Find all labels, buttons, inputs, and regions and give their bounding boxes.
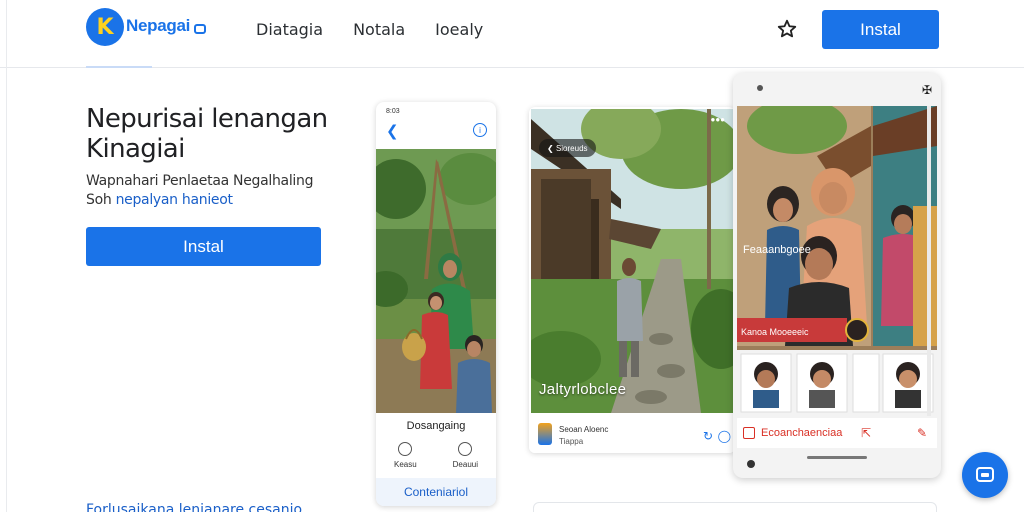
camera-dot	[757, 85, 763, 91]
hero-desc-line2: Soh	[86, 192, 116, 208]
screenshot-phone-1[interactable]: 8:03 ❮ i Dosangaing Keasu Deauui Conteni…	[376, 102, 496, 506]
family-garden-photo	[376, 149, 496, 413]
home-action[interactable]: Keasu	[394, 442, 417, 469]
nav-back-dot[interactable]	[747, 460, 755, 468]
compass-icon	[458, 442, 473, 456]
info-icon: i	[473, 123, 487, 137]
nav-item-2[interactable]: Notala	[353, 20, 405, 39]
chat-bubble-icon	[976, 467, 994, 482]
screenshot-phone-2[interactable]: ❮ Sioreuds ●●● Jaltyrlobclee Seoan Aloen…	[529, 107, 735, 453]
next-section-card	[533, 502, 937, 512]
logo-badge-icon: K	[86, 8, 124, 46]
app-title: Seoan Aloenc	[559, 425, 609, 434]
nav-item-1[interactable]: Diatagia	[256, 20, 323, 39]
hero-install-button[interactable]: Instal	[86, 227, 321, 266]
video-lower-label: Kanoa Mooeeeic	[741, 327, 809, 337]
expand-icon[interactable]: ⇱	[861, 426, 871, 440]
card-label: Ecoanchaenciaa	[761, 427, 843, 439]
header-install-button[interactable]: Instal	[822, 10, 939, 49]
screenshot-phone-3[interactable]: ✠ Feaaanbgoee Kanoa Mooeeeic Ecoanchaenc…	[733, 73, 941, 478]
wishlist-star-icon[interactable]	[776, 18, 798, 40]
logo-mini-icon	[194, 24, 207, 34]
logo-active-underline	[86, 66, 152, 68]
status-bar-time: 8:03	[386, 108, 400, 115]
status-icons: ●●●	[710, 115, 726, 124]
nav-item-3[interactable]: Ioealy	[435, 20, 483, 39]
photo-overlay-text: Jaltyrlobclee	[539, 381, 627, 398]
app-subtitle: Tiappa	[559, 437, 584, 446]
hero-desc-line1: Wapnahari Penlaetaa Negalhaling	[86, 173, 314, 189]
back-arrow-icon: ❮	[386, 123, 399, 140]
main-nav: Diatagia Notala Ioealy	[256, 20, 513, 39]
floating-chat-button[interactable]	[962, 452, 1008, 498]
hero-description: Wapnahari Penlaetaa Negalhaling Soh nepa…	[86, 172, 346, 210]
story-back-pill[interactable]: ❮ Sioreuds	[539, 139, 596, 157]
home-icon	[398, 442, 413, 456]
hero-desc-link[interactable]: nepalyan hanieot	[116, 192, 233, 208]
hero-title: Nepurisai lenangan Kinagiai	[86, 104, 328, 164]
brand-name: Nepagai	[126, 17, 207, 34]
photo-caption: Dosangaing	[406, 420, 466, 432]
action-icon-row: Keasu Deauui	[376, 442, 496, 469]
video-top-label: Feaaanbgoee	[743, 244, 811, 256]
app-landing-page: K Nepagai Diatagia Notala Ioealy Instal …	[0, 0, 1024, 512]
top-header: K Nepagai Diatagia Notala Ioealy Instal	[0, 0, 1024, 68]
pin-icon[interactable]: ✠	[922, 83, 932, 97]
home-indicator-bar	[807, 456, 867, 459]
explore-action[interactable]: Deauui	[453, 442, 478, 469]
app-icon	[538, 423, 552, 445]
share-icon[interactable]: ↻	[703, 429, 713, 443]
brand-logo[interactable]: K Nepagai	[86, 8, 207, 46]
left-edge-divider	[6, 0, 7, 512]
phone3-action-card[interactable]: Ecoanchaenciaa ⇱ ✎	[737, 418, 937, 448]
phone1-footer-button[interactable]: Conteniariol	[376, 478, 496, 506]
edit-icon[interactable]: ✎	[917, 426, 927, 440]
more-icon[interactable]: ◯	[718, 429, 731, 443]
section-link[interactable]: Forlusaikana lenianare cesanio	[86, 502, 302, 512]
community-video-photo: Feaaanbgoee Kanoa Mooeeeic	[737, 106, 937, 416]
phone2-bottom-bar: Seoan Aloenc Tiappa ↻ ◯	[529, 413, 735, 453]
card-icon	[743, 427, 755, 439]
